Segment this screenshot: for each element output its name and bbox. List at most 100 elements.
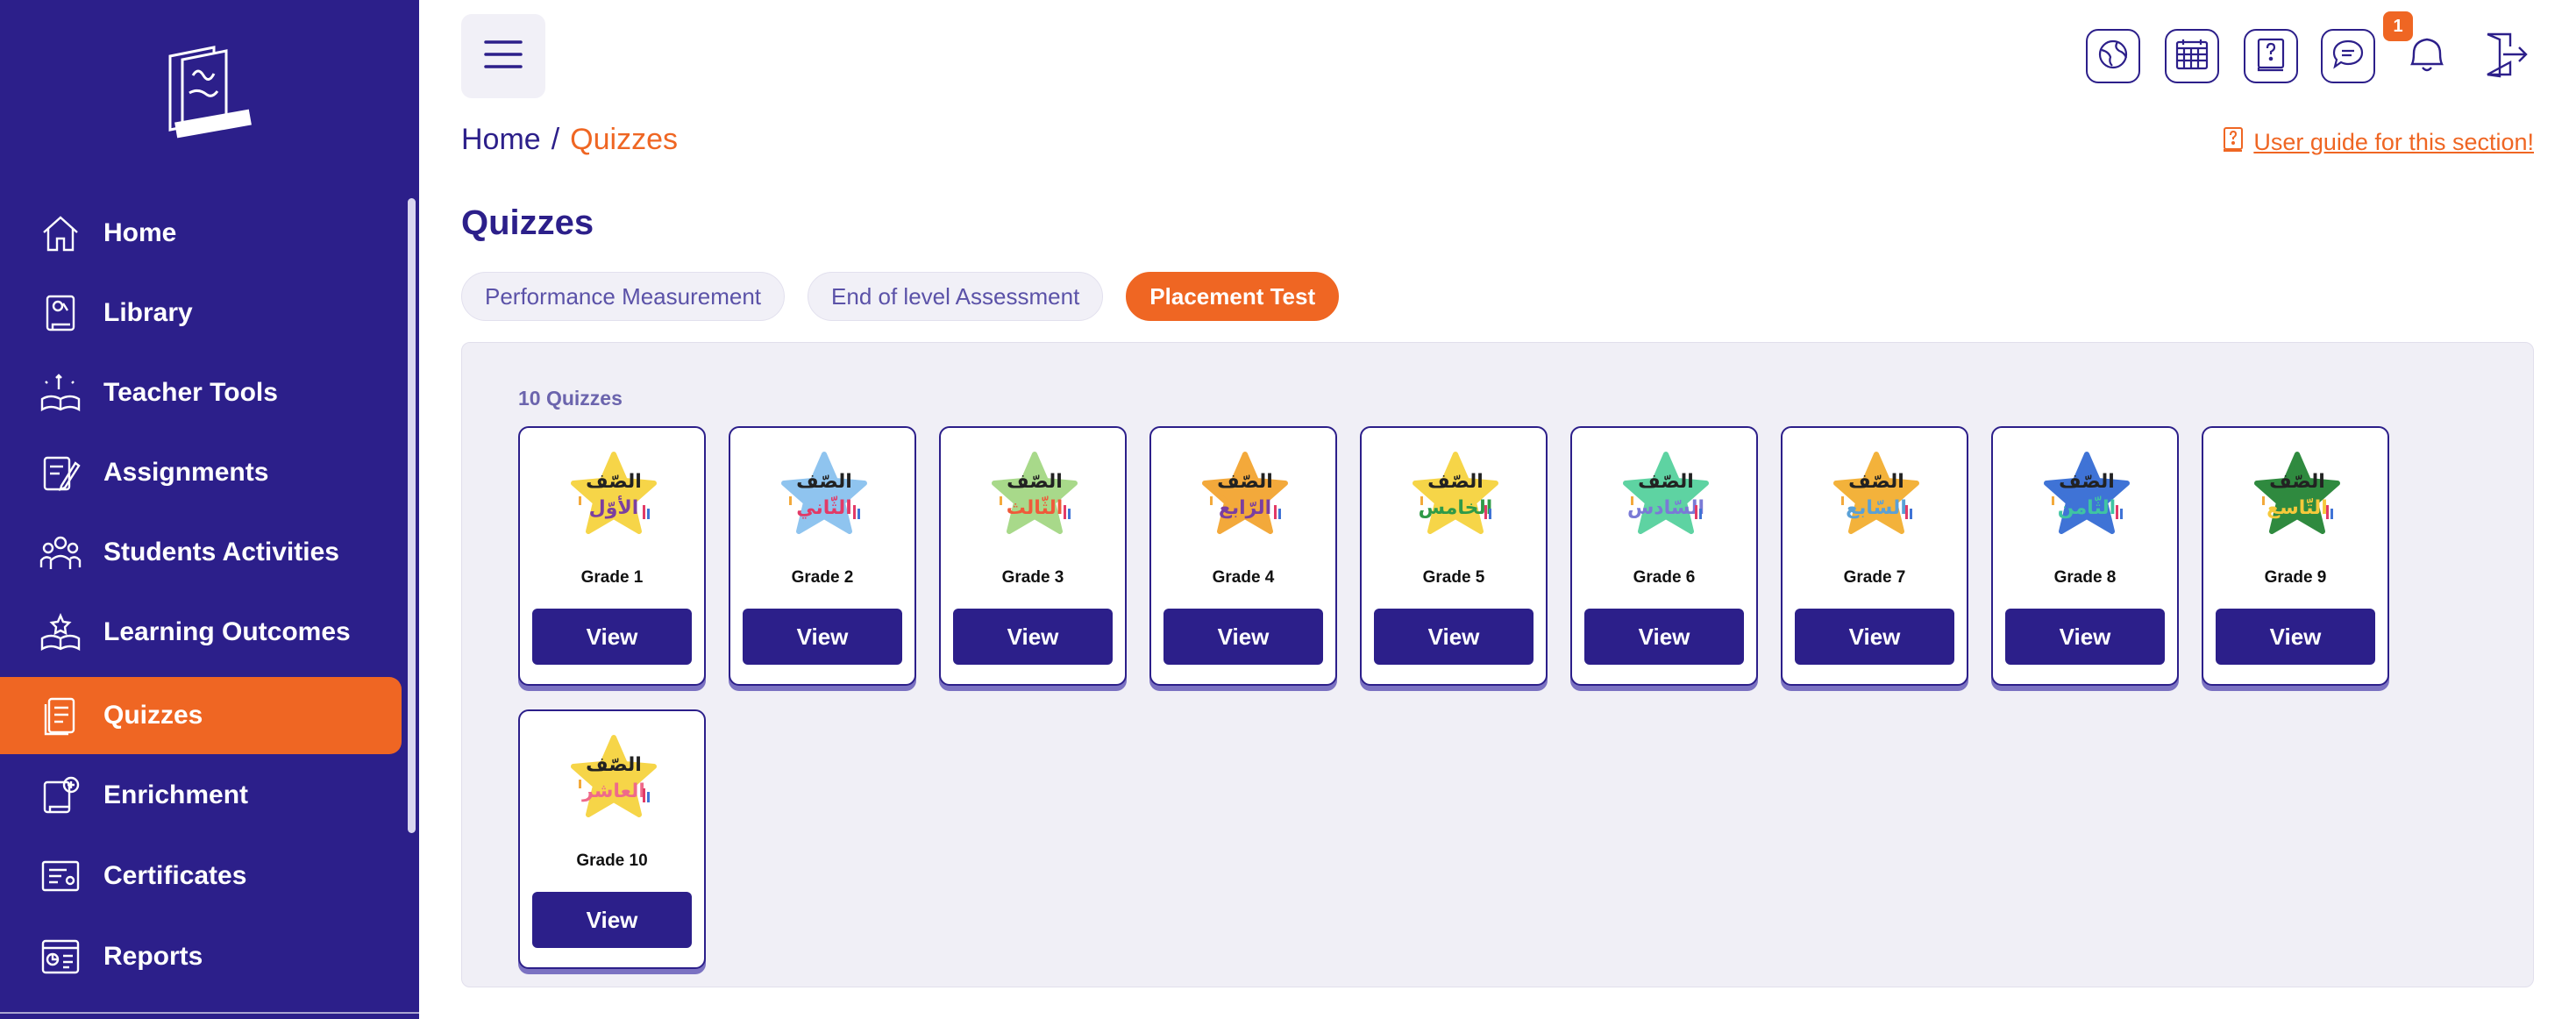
view-button[interactable]: View — [1795, 609, 1954, 665]
sidebar-divider — [0, 1012, 419, 1014]
svg-text:الصّف: الصّف — [1007, 471, 1063, 493]
tab-end-of-level-assessment[interactable]: End of level Assessment — [808, 272, 1104, 321]
sidebar-item-certificates[interactable]: Certificates — [0, 837, 402, 915]
logout-button[interactable] — [2479, 29, 2533, 83]
grade-star-badge: الصّف الثّاني — [776, 451, 872, 540]
calendar-icon — [2174, 37, 2210, 76]
language-button[interactable] — [2086, 29, 2140, 83]
svg-text:الصّف: الصّف — [1848, 471, 1904, 493]
calendar-button[interactable] — [2165, 29, 2219, 83]
grade-label: Grade 2 — [791, 568, 854, 587]
sidebar-item-label: Certificates — [103, 861, 247, 890]
sidebar-item-enrichment[interactable]: Enrichment — [0, 757, 402, 834]
grade-label: Grade 3 — [1001, 568, 1064, 587]
svg-text:الصّف: الصّف — [2269, 471, 2325, 493]
sidebar-item-library[interactable]: Library — [0, 274, 402, 352]
view-button[interactable]: View — [1163, 609, 1323, 665]
hamburger-icon — [482, 37, 524, 76]
view-button[interactable]: View — [743, 609, 902, 665]
tab-placement-test[interactable]: Placement Test — [1126, 272, 1340, 321]
sidebar-item-home[interactable]: Home — [0, 195, 402, 272]
svg-text:الصّف: الصّف — [2059, 471, 2115, 493]
sidebar-item-label: Students Activities — [103, 538, 339, 567]
sidebar-item-label: Teacher Tools — [103, 378, 278, 407]
sidebar-item-label: Quizzes — [103, 701, 203, 730]
home-icon — [39, 211, 82, 255]
breadcrumb-separator: / — [551, 123, 560, 156]
library-icon — [39, 291, 82, 335]
grade-star-badge: الصّف التّاسع — [2249, 451, 2345, 540]
sidebar-item-reports[interactable]: Reports — [0, 918, 402, 995]
sidebar: Home Library Teacher Tools Assignments S… — [0, 0, 419, 1019]
user-guide-link[interactable]: User guide for this section! — [2222, 126, 2534, 159]
grade-star-badge: الصّف الثّالث — [986, 451, 1083, 540]
grade-star-badge: الصّف الرّابع — [1197, 451, 1293, 540]
view-button[interactable]: View — [2005, 609, 2165, 665]
svg-text:الرّابع: الرّابع — [1219, 497, 1271, 519]
grade-star-badge: الصّف العاشر — [566, 734, 662, 823]
quiz-card: الصّف الثّاني Grade 2 View — [729, 426, 916, 686]
svg-text:الصّف: الصّف — [586, 754, 642, 776]
view-button[interactable]: View — [1584, 609, 1744, 665]
sidebar-item-label: Reports — [103, 942, 203, 971]
svg-text:السّادس: السّادس — [1627, 497, 1704, 519]
sidebar-item-students-activities[interactable]: Students Activities — [0, 514, 402, 591]
certificates-icon — [39, 854, 82, 898]
sidebar-item-learning-outcomes[interactable]: Learning Outcomes — [0, 594, 402, 671]
sidebar-item-assignments[interactable]: Assignments — [0, 434, 402, 511]
learning-outcomes-icon — [39, 610, 82, 654]
grade-star-badge: الصّف الأوّل — [566, 451, 662, 540]
quiz-count: 10 Quizzes — [518, 387, 623, 410]
sidebar-item-label: Home — [103, 218, 177, 247]
svg-text:الثّالث: الثّالث — [1007, 495, 1064, 519]
menu-toggle-button[interactable] — [461, 14, 545, 98]
grade-label: Grade 1 — [580, 568, 644, 587]
svg-text:الصّف: الصّف — [796, 471, 852, 493]
svg-text:الثّامن: الثّامن — [2058, 495, 2116, 519]
help-guide-button[interactable] — [2244, 29, 2298, 83]
sidebar-item-quizzes[interactable]: Quizzes — [0, 677, 402, 754]
sidebar-item-teacher-tools[interactable]: Teacher Tools — [0, 354, 402, 431]
grade-star-badge: الصّف الخامس — [1407, 451, 1504, 540]
view-button[interactable]: View — [532, 609, 692, 665]
svg-text:الخامس: الخامس — [1419, 497, 1493, 519]
assignments-icon — [39, 451, 82, 495]
svg-text:الثّاني: الثّاني — [796, 495, 852, 519]
view-button[interactable]: View — [953, 609, 1113, 665]
sidebar-item-label: Learning Outcomes — [103, 617, 351, 646]
quiz-card: الصّف الأوّل Grade 1 View — [518, 426, 706, 686]
breadcrumb-current: Quizzes — [570, 123, 678, 156]
grade-label: Grade 7 — [1843, 568, 1906, 587]
grade-label: Grade 10 — [576, 852, 648, 870]
grade-label: Grade 5 — [1422, 568, 1485, 587]
grade-star-badge: الصّف السّادس — [1618, 451, 1714, 540]
view-button[interactable]: View — [2216, 609, 2375, 665]
view-button[interactable]: View — [1374, 609, 1534, 665]
quiz-type-tabs: Performance Measurement End of level Ass… — [461, 272, 1340, 321]
breadcrumb: Home / Quizzes — [461, 123, 678, 157]
help-book-icon — [2254, 37, 2288, 76]
svg-text:العاشر: العاشر — [581, 780, 645, 802]
teacher-tools-icon — [39, 371, 82, 415]
svg-text:الصّف: الصّف — [1638, 471, 1694, 493]
sidebar-item-label: Assignments — [103, 458, 269, 487]
i-read-arabic-logo[interactable] — [163, 44, 254, 139]
svg-text:الصّف: الصّف — [586, 471, 642, 493]
sidebar-scrollbar[interactable] — [408, 198, 416, 833]
grade-label: Grade 8 — [2053, 568, 2117, 587]
reports-icon — [39, 935, 82, 979]
page-title: Quizzes — [461, 203, 594, 242]
messages-button[interactable] — [2321, 29, 2375, 83]
quiz-card: الصّف التّاسع Grade 9 View — [2202, 426, 2389, 686]
enrichment-icon — [39, 773, 82, 817]
quiz-card: الصّف الثّامن Grade 8 View — [1991, 426, 2179, 686]
quiz-card: الصّف السّابع Grade 7 View — [1781, 426, 1968, 686]
grade-label: Grade 9 — [2264, 568, 2327, 587]
view-button[interactable]: View — [532, 892, 692, 948]
logout-icon — [2480, 29, 2531, 84]
tab-performance-measurement[interactable]: Performance Measurement — [461, 272, 786, 321]
globe-icon — [2096, 38, 2130, 75]
user-guide-label: User guide for this section! — [2253, 129, 2534, 155]
grade-label: Grade 4 — [1212, 568, 1275, 587]
breadcrumb-home-link[interactable]: Home — [461, 123, 541, 157]
